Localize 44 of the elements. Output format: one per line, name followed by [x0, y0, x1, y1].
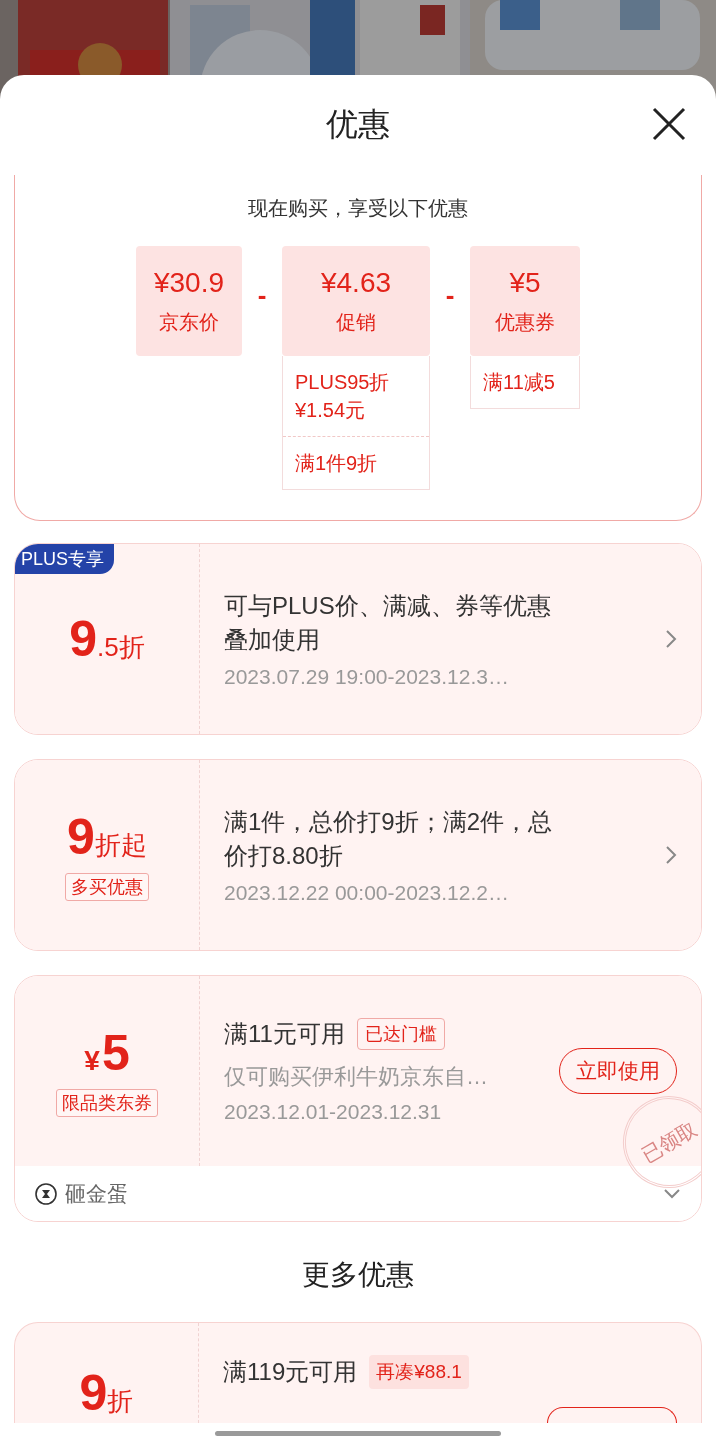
section-heading: 更多优惠: [301, 1258, 415, 1292]
threshold-status: 已达门槛: [356, 1018, 445, 1050]
discount-value: 9: [79, 1371, 108, 1415]
promotion-detail: 满11减5: [482, 370, 556, 395]
promotion-detail: PLUS95折 ¥1.54元: [294, 370, 391, 423]
validity-period: 2023.12.01-2023.12.31: [224, 1100, 443, 1124]
chevron-right-icon: [665, 845, 677, 865]
discount-unit: 折起: [94, 830, 147, 862]
minus-sign: -: [256, 279, 268, 312]
offer-tag: 限品类东券: [56, 1089, 158, 1117]
discount-value: 5: [101, 1025, 130, 1081]
price-label: 京东价: [159, 309, 219, 335]
coupon-condition: 满11元可用: [224, 1019, 345, 1049]
coupon-condition: 满119元可用: [223, 1357, 358, 1387]
offer-tag: 多买优惠: [65, 873, 149, 901]
promotion-card[interactable]: 9折起 多买优惠 满1件，总价打9折；满2件，总价打8.80折 2023.12.22 00:00-2023.12.2…: [14, 759, 702, 951]
price-amount: ¥30.9: [153, 266, 225, 299]
amount-needed-tag: 再凑¥88.1: [369, 1355, 469, 1389]
close-icon[interactable]: [652, 107, 686, 141]
discount-value: 9: [67, 809, 95, 865]
promotion-detail: 满1件9折: [283, 436, 429, 489]
discount-unit: 折: [107, 1386, 134, 1418]
plus-badge: PLUS专享: [15, 544, 115, 574]
price-amount: ¥5: [509, 266, 541, 299]
price-label: 优惠券: [495, 309, 555, 335]
validity-period: 2023.07.29 19:00-2023.12.3…: [224, 665, 510, 689]
price-label: 促销: [336, 309, 376, 335]
price-amount: ¥4.63: [320, 266, 392, 299]
coupon-card[interactable]: 9折 满119元可用 再凑¥88.1: [14, 1322, 702, 1423]
minus-sign: -: [444, 279, 456, 312]
coupon-scope: 仅可购买伊利牛奶京东自…: [224, 1063, 489, 1091]
validity-period: 2023.12.22 00:00-2023.12.2…: [224, 881, 510, 905]
currency-sign: ¥: [84, 1045, 100, 1077]
discount-value: 9: [69, 611, 98, 667]
offer-description: 可与PLUS价、满减、券等优惠叠加使用: [224, 591, 552, 655]
coupon-card[interactable]: ¥5 限品类东券 满11元可用 已达门槛 仅可购买伊利牛奶京东自… 2023.12.01-2023.12.31 立即使用 已领取 砸金蛋: [14, 975, 702, 1222]
discount-unit: .5折: [97, 631, 145, 664]
summary-heading: 现在购买，享受以下优惠: [248, 196, 468, 221]
chevron-down-icon: [663, 1188, 681, 1199]
chevron-right-icon: [665, 629, 677, 649]
footer-label: 砸金蛋: [65, 1180, 129, 1207]
sheet-title: 优惠: [326, 105, 390, 144]
offer-description: 满1件，总价打9折；满2件，总价打8.80折: [224, 807, 554, 871]
promotion-card[interactable]: PLUS专享 9.5折 可与PLUS价、满减、券等优惠叠加使用 2023.07.29 19:00-2023.12.3…: [14, 543, 702, 735]
